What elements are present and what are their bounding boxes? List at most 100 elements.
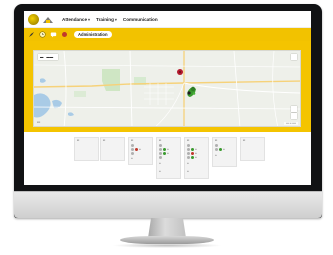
top-nav: Attendance ▾ Training ▾ Communication (24, 11, 311, 28)
status-dot (191, 156, 194, 159)
screen: Attendance ▾ Training ▾ Communication Ad… (24, 11, 311, 185)
status-row (187, 144, 191, 147)
status-label: ▪▪ (131, 157, 133, 160)
status-label: ▪▪ (159, 170, 161, 173)
nav-item-communication[interactable]: Communication (123, 17, 158, 22)
status-label: ▪▪ (159, 162, 161, 165)
status-dot (187, 156, 190, 159)
home-icon[interactable] (42, 15, 54, 24)
card-header: ▪▪ (131, 138, 134, 142)
alert-icon[interactable] (61, 31, 68, 38)
map-type-option[interactable]: ▬ (40, 55, 43, 59)
status-card[interactable]: ▪▪ (100, 137, 125, 161)
status-label: ▪▪ (167, 148, 169, 151)
map-attribution-logo: ▪▪▪ (37, 120, 41, 124)
status-row (215, 144, 219, 147)
clock-icon[interactable] (39, 31, 46, 38)
status-row: ▪▪ (159, 170, 161, 173)
status-dot (163, 152, 166, 155)
status-label: ▪▪ (195, 152, 197, 155)
map-marker-cluster[interactable] (187, 86, 196, 97)
status-label: ▪▪ (195, 148, 197, 151)
status-row (131, 144, 135, 147)
map-type-toggle[interactable]: ▬ ▬▬ (38, 54, 59, 60)
status-row: ▪▪ (159, 148, 169, 151)
status-label: ▪▪ (187, 162, 189, 165)
status-row: ▪▪ (187, 156, 197, 159)
status-row: ▪▪ (131, 157, 133, 160)
status-label: ▪▪ (139, 148, 141, 151)
status-row: ▪▪ (215, 154, 217, 157)
status-dot (159, 148, 162, 151)
nav-item-training[interactable]: Training ▾ (96, 17, 117, 22)
map-type-option[interactable]: ▬▬ (46, 55, 53, 59)
card-header: ▪▪ (243, 138, 246, 142)
status-dot (159, 152, 162, 155)
status-row: ▪▪ (215, 148, 225, 151)
status-row: ▪▪ (159, 162, 161, 165)
status-row (159, 156, 163, 159)
status-label: ▪▪ (223, 148, 225, 151)
status-row (131, 152, 135, 155)
card-header: ▪▪ (215, 138, 218, 142)
map-marker-red[interactable] (177, 69, 183, 75)
status-dot (187, 152, 190, 155)
chevron-down-icon: ▾ (88, 16, 91, 22)
status-label: ▪▪ (167, 152, 169, 155)
status-card[interactable]: ▪▪ ▪▪ ▪▪ ▪▪ ▪▪ ▪▪ (184, 137, 209, 179)
status-dot (131, 144, 134, 147)
status-dot (191, 148, 194, 151)
status-row: ▪▪ (187, 170, 189, 173)
card-header: ▪▪ (103, 138, 106, 142)
card-header: ▪▪ (187, 138, 190, 142)
map[interactable]: ▬ ▬▬ ▪▪▪ ▪▪▪ ▪▪ ▪▪▪▪ (33, 50, 301, 127)
status-label: ▪▪ (215, 154, 217, 157)
zoom-in-icon[interactable] (291, 106, 297, 112)
pin-icon[interactable] (28, 31, 35, 38)
monitor-stand-base (120, 236, 214, 244)
map-footer-links[interactable]: ▪▪▪ ▪▪ ▪▪▪▪ (284, 122, 298, 125)
status-dot (131, 152, 134, 155)
status-card[interactable]: ▪▪ ▪▪ ▪▪ (128, 137, 153, 165)
status-card[interactable]: ▪▪ (74, 137, 99, 161)
nav-item-attendance[interactable]: Attendance ▾ (62, 17, 90, 22)
message-icon[interactable] (50, 31, 57, 38)
status-row (159, 144, 163, 147)
nav-label: Attendance (62, 16, 88, 22)
chevron-down-icon: ▾ (114, 16, 117, 22)
status-label: ▪▪ (187, 170, 189, 173)
status-row: ▪▪ (187, 152, 197, 155)
card-header: ▪▪ (77, 138, 80, 142)
administration-button[interactable]: Administration (74, 31, 112, 38)
status-card[interactable]: ▪▪ ▪▪ ▪▪ (212, 137, 237, 167)
status-card[interactable]: ▪▪ (240, 137, 265, 161)
app-logo-icon[interactable] (28, 13, 39, 25)
status-dot (219, 148, 222, 151)
status-dot (191, 152, 194, 155)
status-dot (131, 148, 134, 151)
status-dot (187, 148, 190, 151)
status-dot (215, 144, 218, 147)
status-dot (215, 148, 218, 151)
card-header: ▪▪ (159, 138, 162, 142)
toolbar: Administration (24, 28, 311, 41)
status-row: ▪▪ (187, 162, 189, 165)
status-dot (135, 148, 138, 151)
map-canvas (34, 51, 300, 126)
status-label: ▪▪ (195, 156, 197, 159)
status-dot (159, 144, 162, 147)
status-card[interactable]: ▪▪ ▪▪ ▪▪ ▪▪ ▪▪ (156, 137, 181, 179)
nav-label: Communication (122, 16, 158, 22)
status-row: ▪▪ (131, 148, 141, 151)
status-dot (159, 156, 162, 159)
monitor-chin (14, 191, 322, 218)
zoom-out-icon[interactable] (291, 113, 297, 119)
status-dot (187, 144, 190, 147)
fullscreen-icon[interactable] (291, 54, 297, 60)
status-cards: ▪▪ ▪▪ ▪▪ ▪▪ ▪▪ ▪▪ ▪▪ ▪▪ ▪▪ ▪▪ ▪▪ ▪▪ ▪▪ ▪… (24, 132, 311, 185)
status-row: ▪▪ (187, 148, 197, 151)
nav-label: Training (96, 16, 114, 22)
status-dot (163, 148, 166, 151)
monitor-stand-neck (148, 218, 186, 238)
status-row: ▪▪ (159, 152, 169, 155)
